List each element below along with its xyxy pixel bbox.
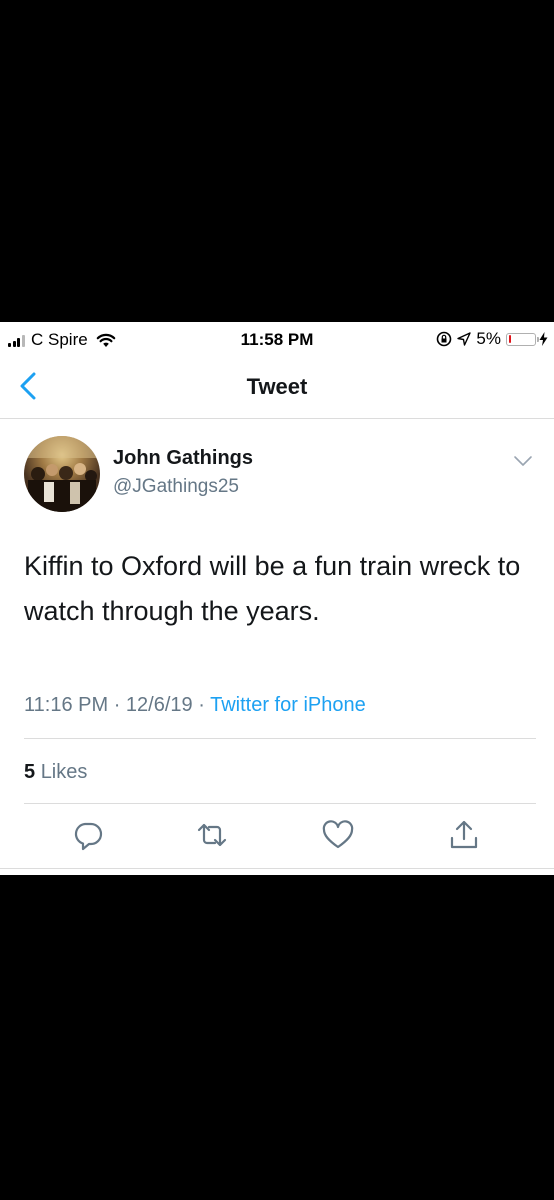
bottom-divider: [0, 868, 554, 869]
reply-icon[interactable]: [71, 818, 105, 852]
page-title: Tweet: [246, 374, 308, 399]
navigation-bar: Tweet: [0, 356, 554, 419]
share-icon[interactable]: [447, 818, 481, 852]
tweet-text: Kiffin to Oxford will be a fun train wre…: [24, 551, 521, 626]
action-bar: [0, 818, 554, 858]
tweet-meta: 11:16 PM · 12/6/19 · Twitter for iPhone: [24, 694, 366, 717]
divider: [24, 803, 536, 804]
meta-separator: ·: [198, 694, 205, 716]
battery-icon: [506, 332, 539, 346]
status-bar: C Spire 11:58 PM 5%: [0, 322, 554, 356]
orientation-lock-icon: [437, 331, 452, 347]
tweet-source-link[interactable]: Twitter for iPhone: [210, 694, 366, 716]
like-icon[interactable]: [321, 818, 355, 852]
retweet-icon[interactable]: [195, 818, 229, 852]
likes-count[interactable]: 5 Likes: [24, 761, 87, 784]
tweet-time: 11:16 PM: [24, 694, 109, 716]
author-name[interactable]: John Gathings: [113, 447, 253, 470]
avatar[interactable]: [24, 436, 100, 512]
likes-number: 5: [24, 761, 36, 783]
avatar-photo: [24, 436, 100, 512]
likes-label: Likes: [40, 761, 88, 783]
battery-percent: 5%: [476, 329, 501, 348]
charging-bolt-icon: [539, 332, 548, 346]
chevron-down-icon[interactable]: [512, 454, 534, 468]
location-arrow-icon: [457, 332, 472, 346]
divider: [24, 738, 536, 739]
author-handle[interactable]: @JGathings25: [113, 476, 239, 498]
meta-separator: ·: [113, 694, 121, 716]
tweet-date: 12/6/19: [125, 694, 193, 716]
tweet-screen: C Spire 11:58 PM 5% Tweet John Gathings …: [0, 322, 554, 875]
status-right: 5%: [431, 329, 548, 349]
battery-fill: [508, 335, 511, 343]
